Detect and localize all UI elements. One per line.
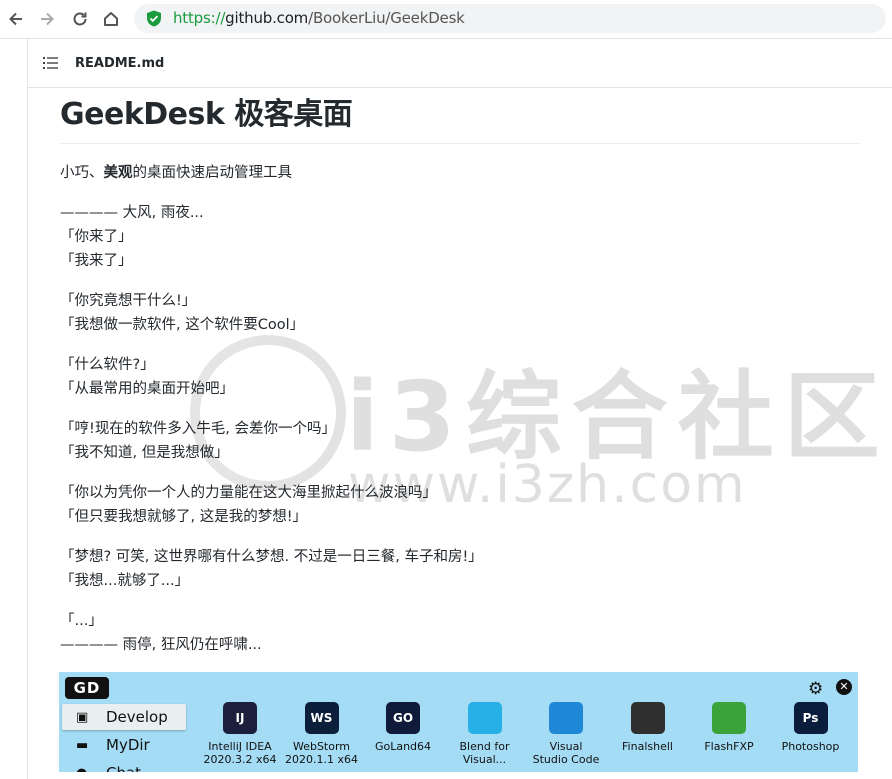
story-line: 「你来了」 xyxy=(60,229,133,245)
story-paragraph: 「你究竟想干什么!」「我想做一款软件, 这个软件要Cool」 xyxy=(60,289,860,337)
secure-shield-icon xyxy=(147,10,161,27)
app-tile[interactable]: Finalshell xyxy=(607,702,689,753)
app-tile-icon xyxy=(467,702,502,734)
folder-icon: ▬ xyxy=(76,737,89,753)
app-tile-label-line2: Studio Code xyxy=(532,753,600,766)
story-line: 「你以为凭你一个人的力量能在这大海里掀起什么波浪吗」 xyxy=(60,485,437,501)
tagline-suffix: 的桌面快速启动管理工具 xyxy=(132,165,293,181)
sidebar-item-mydir[interactable]: ▬ MyDir xyxy=(62,732,186,758)
app-tile-label: Photoshop xyxy=(770,740,852,753)
story-line: 「...」 xyxy=(60,613,103,629)
app-tile[interactable]: Blend for Visual... xyxy=(444,702,526,766)
story-line: 「但只要我想就够了, 这是我的梦想!」 xyxy=(60,509,308,525)
app-tile-icon: WS xyxy=(304,702,339,734)
story-line: 「我不知道, 但是我想做」 xyxy=(60,445,229,461)
app-screenshot: GD ⚙ ✕ ▣ Develop ▬ MyDir ● Chat IJ IntelliJ ID… xyxy=(59,672,858,772)
forward-button[interactable] xyxy=(35,7,59,31)
app-tile[interactable]: WS WebStorm 2020.1.1 x64 xyxy=(281,702,363,766)
tagline: 小巧、美观的桌面快速启动管理工具 xyxy=(60,161,860,185)
url-scheme: https:// xyxy=(173,9,226,27)
close-icon[interactable]: ✕ xyxy=(836,679,852,695)
story-line: ———— 大风, 雨夜... xyxy=(60,205,204,221)
app-tile-icon xyxy=(549,702,583,734)
app-tile-label: Visual Studio Code xyxy=(525,740,607,766)
sidebar-item-label: Chat xyxy=(106,764,141,772)
story-paragraph: 「什么软件?」「从最常用的桌面开始吧」 xyxy=(60,353,860,401)
readme-header: README.md xyxy=(28,39,892,88)
terminal-icon: ▣ xyxy=(76,709,89,725)
gear-icon[interactable]: ⚙ xyxy=(808,679,823,699)
app-tile[interactable]: IJ IntelliJ IDEA 2020.3.2 x64 xyxy=(199,702,281,766)
app-tile[interactable]: Ps Photoshop xyxy=(770,702,852,753)
sidebar-item-develop[interactable]: ▣ Develop xyxy=(62,704,186,730)
app-tile-label-line1: GoLand64 xyxy=(374,740,432,753)
app-tile-icon xyxy=(712,702,746,734)
back-button[interactable] xyxy=(4,7,28,31)
story-line: 「梦想? 可笑, 这世界哪有什么梦想. 不过是一日三餐, 车子和房!」 xyxy=(60,549,483,565)
story-paragraph: 「你以为凭你一个人的力量能在这大海里掀起什么波浪吗」 「但只要我想就够了, 这是我… xyxy=(60,481,860,529)
app-tile[interactable]: Visual Studio Code xyxy=(525,702,607,766)
app-tile-label: IntelliJ IDEA 2020.3.2 x64 xyxy=(199,740,281,766)
app-tile-label-line1: Finalshell xyxy=(622,740,673,753)
story-line: 「从最常用的桌面开始吧」 xyxy=(60,381,234,397)
reload-button[interactable] xyxy=(68,7,92,31)
story-paragraph: 「梦想? 可笑, 这世界哪有什么梦想. 不过是一日三餐, 车子和房!」 「我想..… xyxy=(60,545,860,593)
readme-file-name: README.md xyxy=(75,56,165,71)
app-tile-label-line2: Visual... xyxy=(462,753,507,766)
readme-content: GeekDesk 极客桌面 小巧、美观的桌面快速启动管理工具 ———— 大风, … xyxy=(60,95,860,657)
app-tile-icon: Ps xyxy=(793,702,828,734)
app-tile-label: FlashFXP xyxy=(688,740,770,753)
sidebar-item-label: MyDir xyxy=(106,736,150,754)
app-tile-icon: IJ xyxy=(223,702,257,734)
url-text: https://github.com/BookerLiu/GeekDesk xyxy=(173,9,465,27)
app-logo: GD xyxy=(65,677,109,699)
sidebar-item-label: Develop xyxy=(106,708,168,726)
arrow-left-icon xyxy=(9,12,22,26)
app-tile-icon: GO xyxy=(386,702,420,734)
story-paragraph: ———— 大风, 雨夜... 「你来了」「我来了」 xyxy=(60,201,860,273)
app-tile-label: Blend for Visual... xyxy=(444,740,526,766)
home-button[interactable] xyxy=(99,7,123,31)
page-title: GeekDesk 极客桌面 xyxy=(60,95,860,144)
url-host: github.com xyxy=(225,9,309,27)
app-tile-label-line1: IntelliJ IDEA xyxy=(208,740,272,753)
tagline-prefix: 小巧、 xyxy=(60,165,104,181)
app-tile-label: Finalshell xyxy=(607,740,689,753)
reload-icon xyxy=(73,12,87,26)
app-tile[interactable]: GO GoLand64 xyxy=(362,702,444,753)
arrow-right-icon xyxy=(41,12,54,26)
app-tile-label-line2: 2020.3.2 x64 xyxy=(203,753,277,766)
story-line: 「什么软件?」 xyxy=(60,357,155,373)
address-bar[interactable]: https://github.com/BookerLiu/GeekDesk xyxy=(134,4,886,33)
app-tile-label-line2: 2020.1.1 x64 xyxy=(285,753,358,766)
story-line: 「我想做一款软件, 这个软件要Cool」 xyxy=(60,317,305,333)
table-of-contents-icon[interactable] xyxy=(43,56,59,70)
home-icon xyxy=(104,12,118,26)
story-line: ———— 雨停, 狂风仍在呼啸... xyxy=(60,637,262,653)
readme-panel: README.md i3综合社区 www.i3zh.com GeekDesk 极… xyxy=(27,39,892,779)
story: ———— 大风, 雨夜... 「你来了」「我来了」「你究竟想干什么!」「我想做一款… xyxy=(60,201,860,657)
app-tile-icon xyxy=(630,702,665,734)
sidebar-item-chat[interactable]: ● Chat xyxy=(62,760,186,772)
app-tile-label-line1: Blend for xyxy=(459,740,510,753)
app-tile-label: WebStorm 2020.1.1 x64 xyxy=(281,740,363,766)
url-path: /BookerLiu/GeekDesk xyxy=(308,9,465,27)
app-tile-label: GoLand64 xyxy=(362,740,444,753)
app-tile-label-line1: Photoshop xyxy=(781,740,840,753)
story-paragraph: 「哼!现在的软件多入牛毛, 会差你一个吗」 「我不知道, 但是我想做」 xyxy=(60,417,860,465)
story-line: 「我想...就够了...」 xyxy=(60,573,190,589)
story-line: 「我来了」 xyxy=(60,253,133,269)
story-line: 「你究竟想干什么!」 xyxy=(60,293,197,309)
app-tile-label-line1: Visual xyxy=(549,740,583,753)
story-line: 「哼!现在的软件多入牛毛, 会差你一个吗」 xyxy=(60,421,337,437)
app-tile-label-line1: FlashFXP xyxy=(704,740,754,753)
tagline-bold: 美观 xyxy=(103,165,133,181)
app-tile-label-line1: WebStorm xyxy=(292,740,351,753)
app-tile[interactable]: FlashFXP xyxy=(688,702,770,753)
browser-toolbar: https://github.com/BookerLiu/GeekDesk xyxy=(0,0,892,39)
story-paragraph: 「...」 ———— 雨停, 狂风仍在呼啸... xyxy=(60,609,860,657)
chat-icon: ● xyxy=(76,766,98,773)
